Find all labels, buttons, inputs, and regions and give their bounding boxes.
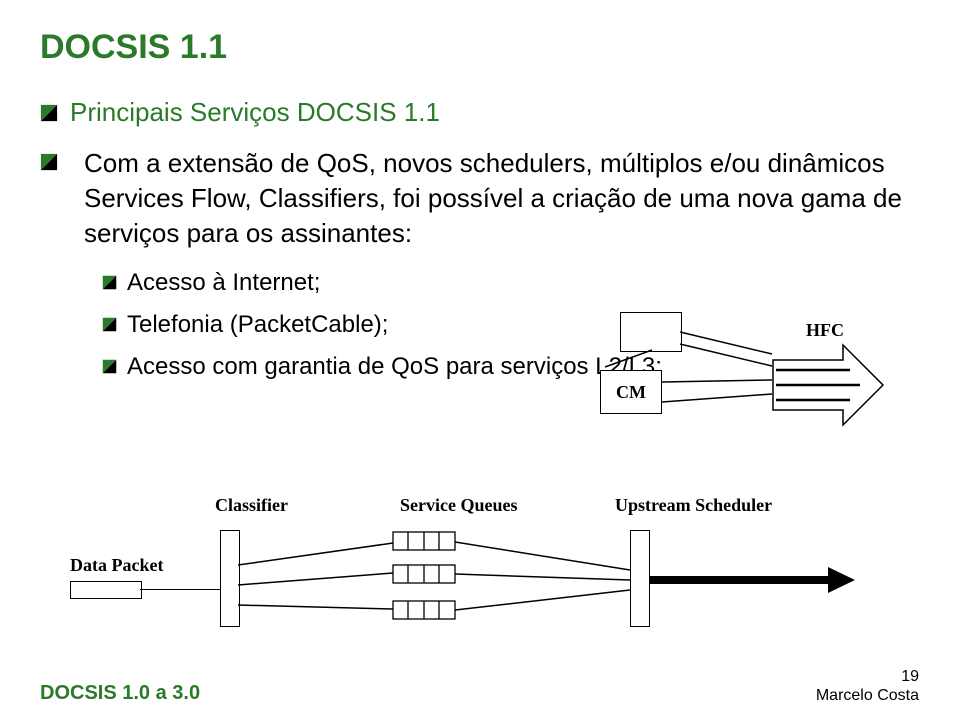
diagram-cm-hfc: CM HFC (520, 310, 900, 470)
data-packet-label: Data Packet (70, 555, 163, 576)
sub-bullet-internet: Acesso à Internet; (102, 269, 919, 297)
bullet-marker-icon (40, 153, 58, 171)
bullet-marker-icon (102, 359, 117, 374)
slide-title: DOCSIS 1.1 (40, 28, 919, 67)
footer: DOCSIS 1.0 a 3.0 19 Marcelo Costa (0, 665, 959, 705)
bullet-marker-icon (40, 104, 58, 122)
upstream-scheduler-box-icon (630, 530, 650, 627)
footer-right: 19 Marcelo Costa (816, 667, 919, 705)
footer-left: DOCSIS 1.0 a 3.0 (40, 682, 200, 705)
classifier-label: Classifier (215, 495, 288, 516)
classifier-box-icon (220, 530, 240, 627)
bullet-marker-icon (102, 275, 117, 290)
service-queues-label: Service Queues (400, 495, 517, 516)
cm-box: CM (600, 370, 662, 414)
diagram-packet-flow: Data Packet Classifier Service Queues Up… (70, 495, 890, 625)
hfc-arrow-icon (768, 340, 878, 430)
slide: DOCSIS 1.1 Principais Serviços DOCSIS 1.… (0, 0, 959, 717)
sub-bullet-telefonia-text: Telefonia (PacketCable); (127, 311, 388, 339)
hfc-label: HFC (806, 320, 844, 341)
upstream-scheduler-label: Upstream Scheduler (615, 495, 772, 516)
queues-to-scheduler-lines-icon (455, 525, 635, 635)
bullet-principais: Principais Serviços DOCSIS 1.1 (40, 97, 919, 128)
classifier-to-queues-lines-icon (238, 525, 398, 635)
output-arrow-icon (650, 565, 860, 595)
sub-bullet-internet-text: Acesso à Internet; (127, 269, 320, 297)
flow-line-icon (140, 589, 220, 590)
bullet-extensao: Com a extensão de QoS, novos schedulers,… (40, 146, 919, 251)
bullet-principais-text: Principais Serviços DOCSIS 1.1 (70, 97, 440, 128)
data-packet-box-icon (70, 581, 142, 599)
author-name: Marcelo Costa (816, 687, 919, 704)
bullet-marker-icon (102, 317, 117, 332)
page-number: 19 (816, 667, 919, 686)
bullet-extensao-text: Com a extensão de QoS, novos schedulers,… (84, 146, 919, 251)
cm-label: CM (616, 382, 646, 403)
